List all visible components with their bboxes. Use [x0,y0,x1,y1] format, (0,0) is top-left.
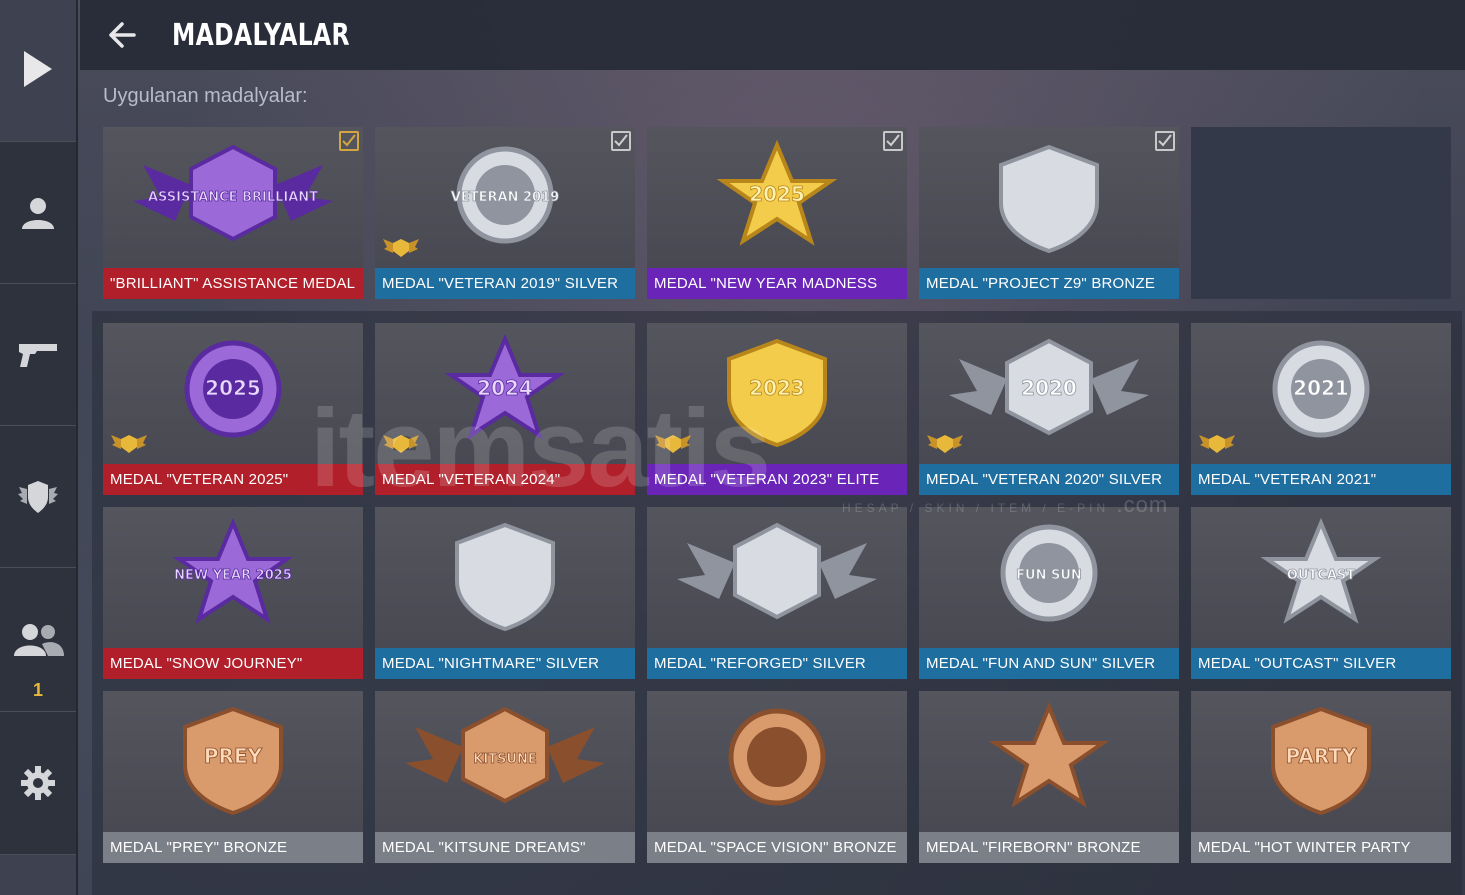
sidebar-item-weapons[interactable] [0,284,76,426]
medal-card[interactable]: OUTCAST MEDAL "OUTCAST" SILVER [1191,507,1451,679]
medal-name-label: MEDAL "NEW YEAR MADNESS [647,268,907,299]
shield-wings-icon [18,480,58,513]
sidebar-item-settings[interactable] [0,712,76,855]
applied-medal-card[interactable]: VETERAN 2019 MEDAL "VETERAN 2019" SILVER [375,127,635,299]
svg-text:NEW YEAR 2025: NEW YEAR 2025 [174,568,292,583]
rank-wings-icon [655,435,691,453]
medal-name-label: MEDAL "SPACE VISION" BRONZE [647,832,907,863]
svg-text:PARTY: PARTY [1286,744,1357,768]
medal-name-label: MEDAL "HOT WINTER PARTY [1191,832,1451,863]
medal-name-label: MEDAL "OUTCAST" SILVER [1191,648,1451,679]
check-icon [342,134,356,147]
medal-card[interactable]: MEDAL "SPACE VISION" BRONZE [647,691,907,863]
medal-card[interactable]: 2025 MEDAL "VETERAN 2025" [103,323,363,495]
pistol-icon [19,343,57,367]
medal-card[interactable]: 2020 MEDAL "VETERAN 2020" SILVER [919,323,1179,495]
medal-artwork: FUN SUN [1000,524,1098,622]
medal-artwork [728,708,826,806]
medal-artwork [455,522,555,632]
rank-wings-icon [383,239,419,257]
medal-artwork: PREY [183,706,283,816]
medal-artwork [988,701,1110,808]
medal-name-label: MEDAL "VETERAN 2021" [1191,464,1451,495]
sidebar: 1 [0,0,78,895]
svg-text:2020: 2020 [1021,376,1077,400]
svg-text:PREY: PREY [204,744,263,768]
friends-icon [14,624,64,656]
svg-text:2025: 2025 [749,182,805,206]
medal-card[interactable]: 2021 MEDAL "VETERAN 2021" [1191,323,1451,495]
gear-icon [21,766,55,800]
medal-name-label: MEDAL "FIREBORN" BRONZE [919,832,1179,863]
medal-card[interactable]: MEDAL "REFORGED" SILVER [647,507,907,679]
medal-card[interactable]: 2024 MEDAL "VETERAN 2024" [375,323,635,495]
medal-name-label: MEDAL "SNOW JOURNEY" [103,648,363,679]
play-button[interactable] [0,0,76,142]
applied-medal-card[interactable]: 2025 MEDAL "NEW YEAR MADNESS [647,127,907,299]
medal-card[interactable]: FUN SUN MEDAL "FUN AND SUN" SILVER [919,507,1179,679]
rank-wings-icon [111,435,147,453]
medal-card[interactable]: MEDAL "NIGHTMARE" SILVER [375,507,635,679]
medal-card[interactable]: MEDAL "FIREBORN" BRONZE [919,691,1179,863]
check-icon [1158,134,1172,147]
medal-name-label: MEDAL "REFORGED" SILVER [647,648,907,679]
svg-text:FUN SUN: FUN SUN [1016,568,1082,583]
rank-wings-icon [1199,435,1235,453]
medal-name-label: MEDAL "VETERAN 2019" SILVER [375,268,635,299]
check-icon [614,134,628,147]
medal-name-label: "BRILLIANT" ASSISTANCE MEDAL [103,268,363,299]
svg-text:VETERAN 2019: VETERAN 2019 [451,190,559,205]
medal-artwork: ASSISTANCE BRILLIANT [133,144,333,242]
equipped-checkbox[interactable] [339,131,359,151]
play-icon [24,50,52,87]
svg-text:OUTCAST: OUTCAST [1287,568,1355,583]
header-bar: MADALYALAR [80,0,1465,70]
medal-name-label: MEDAL "FUN AND SUN" SILVER [919,648,1179,679]
medal-name-label: MEDAL "PREY" BRONZE [103,832,363,863]
rank-wings-icon [927,435,963,453]
medal-card[interactable]: KITSUNE MEDAL "KITSUNE DREAMS" [375,691,635,863]
rank-wings-icon [383,435,419,453]
svg-text:ASSISTANCE BRILLIANT: ASSISTANCE BRILLIANT [148,190,318,205]
user-icon [22,197,54,229]
sidebar-item-clan[interactable] [0,426,76,568]
medal-card[interactable]: 2023 MEDAL "VETERAN 2023" ELITE [647,323,907,495]
medal-artwork [999,144,1099,254]
friends-count-badge: 1 [32,680,43,700]
applied-medal-card[interactable]: ASSISTANCE BRILLIANT "BRILLIANT" ASSISTAN… [103,127,363,299]
medal-name-label: MEDAL "VETERAN 2025" [103,464,363,495]
svg-text:2021: 2021 [1293,376,1349,400]
medal-artwork: OUTCAST [1260,517,1382,624]
medal-name-label: MEDAL "PROJECT Z9" BRONZE [919,268,1179,299]
sidebar-item-profile[interactable] [0,142,76,284]
check-icon [886,134,900,147]
empty-medal-slot[interactable] [1191,127,1451,299]
medal-card[interactable]: NEW YEAR 2025 MEDAL "SNOW JOURNEY" [103,507,363,679]
sidebar-footer [0,855,76,895]
equipped-checkbox[interactable] [1155,131,1175,151]
equipped-checkbox[interactable] [611,131,631,151]
medal-name-label: MEDAL "VETERAN 2024" [375,464,635,495]
svg-text:2024: 2024 [477,376,533,400]
medal-name-label: MEDAL "NIGHTMARE" SILVER [375,648,635,679]
svg-text:KITSUNE: KITSUNE [473,752,536,767]
back-arrow-icon[interactable] [106,20,138,50]
page-title: MADALYALAR [172,18,350,53]
equipped-checkbox[interactable] [883,131,903,151]
applied-medals-label: Uygulanan madalyalar: [103,85,308,107]
applied-medal-card[interactable]: MEDAL "PROJECT Z9" BRONZE [919,127,1179,299]
medal-artwork: PARTY [1271,706,1371,816]
medal-name-label: MEDAL "VETERAN 2020" SILVER [919,464,1179,495]
medal-artwork [677,522,877,620]
medal-artwork: KITSUNE [405,706,605,804]
medal-artwork: 2025 [716,139,838,246]
medal-name-label: MEDAL "KITSUNE DREAMS" [375,832,635,863]
medal-name-label: MEDAL "VETERAN 2023" ELITE [647,464,907,495]
svg-text:2023: 2023 [749,376,805,400]
medal-card[interactable]: PREY MEDAL "PREY" BRONZE [103,691,363,863]
medal-card[interactable]: PARTY MEDAL "HOT WINTER PARTY [1191,691,1451,863]
svg-text:2025: 2025 [205,376,261,400]
medal-artwork: NEW YEAR 2025 [172,517,294,624]
